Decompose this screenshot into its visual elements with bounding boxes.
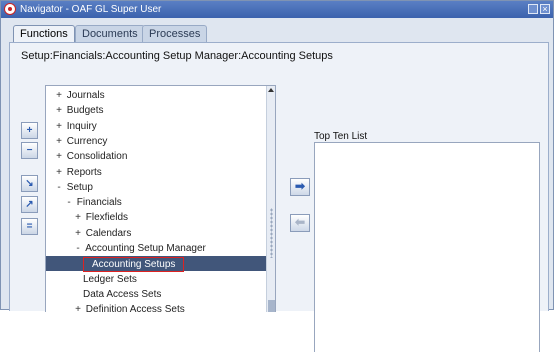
navigator-window: Navigator - OAF GL Super User × Function…: [0, 0, 554, 352]
tree-item[interactable]: + Journals: [46, 88, 267, 103]
expand-node-icon[interactable]: +: [54, 134, 64, 149]
collapse-node-icon[interactable]: -: [73, 241, 83, 256]
scroll-thumb[interactable]: [268, 300, 275, 312]
tree-item-label: Financials: [76, 197, 122, 209]
collapse-node-icon[interactable]: -: [64, 195, 74, 210]
title-bar[interactable]: Navigator - OAF GL Super User ×: [1, 1, 553, 18]
tree-item[interactable]: + Flexfields: [46, 210, 267, 225]
tree-item[interactable]: Data Access Sets: [46, 287, 267, 302]
tree-item-label: Accounting Setups: [83, 257, 185, 273]
tree-item[interactable]: + Currency: [46, 134, 267, 149]
tree-item[interactable]: Accounting Setups: [46, 256, 267, 273]
expand-branch-icon: ↘: [25, 178, 34, 189]
arrow-right-icon: ➡: [294, 179, 306, 193]
maximize-icon[interactable]: [528, 4, 538, 14]
collapse-node-icon[interactable]: -: [54, 180, 64, 195]
top-ten-list[interactable]: [314, 142, 540, 352]
expand-button[interactable]: +: [21, 122, 38, 139]
tree-item-label: Setup: [66, 181, 93, 193]
tab-documents[interactable]: Documents: [75, 25, 145, 43]
remove-from-top-ten-button[interactable]: ⬅: [290, 214, 310, 232]
tree-item[interactable]: + Calendars: [46, 226, 267, 241]
tree-item[interactable]: - Financials: [46, 195, 267, 210]
expand-node-icon[interactable]: +: [73, 210, 83, 225]
tree-item-label: Inquiry: [66, 120, 97, 132]
expand-node-icon[interactable]: +: [54, 88, 64, 103]
arrow-left-icon: ⬅: [294, 215, 306, 229]
expand-all-icon: ↗: [25, 199, 34, 210]
tree-item-label: Budgets: [66, 105, 104, 117]
tree-item-label: Consolidation: [66, 151, 128, 163]
tree-item-label: Journals: [66, 90, 105, 101]
expand-node-icon[interactable]: +: [54, 103, 64, 118]
breadcrumb: Setup:Financials:Accounting Setup Manage…: [21, 50, 333, 62]
window-title: Navigator - OAF GL Super User: [20, 4, 162, 15]
expand-node-icon[interactable]: +: [73, 226, 83, 241]
close-icon[interactable]: ×: [540, 4, 550, 14]
collapse-button[interactable]: −: [21, 142, 38, 159]
minus-icon: −: [26, 145, 33, 156]
tree-item[interactable]: + Definition Access Sets: [46, 302, 267, 312]
tree-item-label: Reports: [66, 166, 102, 178]
functions-panel: Setup:Financials:Accounting Setup Manage…: [9, 42, 549, 352]
add-to-top-ten-button[interactable]: ➡: [290, 178, 310, 196]
expand-all-button[interactable]: ↗: [21, 196, 38, 213]
tree-item-label: Flexfields: [85, 212, 129, 224]
tree-item-label: Accounting Setup Manager: [85, 243, 206, 254]
tree-item-label: Definition Access Sets: [85, 304, 185, 312]
tree-item[interactable]: + Inquiry: [46, 119, 267, 134]
tree-item-label: Currency: [66, 135, 108, 147]
oracle-app-icon: [4, 3, 16, 15]
expand-node-icon[interactable]: +: [54, 165, 64, 180]
tree-item[interactable]: + Reports: [46, 165, 267, 180]
tree-item[interactable]: Ledger Sets: [46, 272, 267, 287]
tab-processes[interactable]: Processes: [142, 25, 208, 43]
expand-node-icon[interactable]: +: [54, 149, 64, 164]
tree-item[interactable]: - Setup: [46, 180, 267, 195]
expand-branch-button[interactable]: ↘: [21, 175, 38, 192]
collapse-all-button[interactable]: =: [21, 218, 38, 235]
tree-item[interactable]: + Budgets: [46, 103, 267, 118]
tree-item[interactable]: + Consolidation: [46, 149, 267, 164]
expand-node-icon[interactable]: +: [73, 302, 83, 312]
expand-node-icon[interactable]: +: [54, 119, 64, 134]
splitter-grip[interactable]: [270, 208, 273, 258]
function-tree[interactable]: + Definition Access Sets Data Access Sets…: [45, 85, 276, 312]
tree-scrollbar[interactable]: [266, 86, 275, 312]
tree-item[interactable]: - Accounting Setup Manager: [46, 241, 267, 256]
tree-item-label: Calendars: [85, 227, 132, 239]
top-ten-label: Top Ten List: [314, 131, 368, 142]
tree-item-label: Data Access Sets: [83, 288, 162, 300]
plus-icon: +: [26, 125, 33, 136]
scroll-up-icon[interactable]: [268, 87, 275, 94]
tree-item-label: Ledger Sets: [83, 273, 137, 285]
collapse-all-icon: =: [26, 221, 33, 232]
